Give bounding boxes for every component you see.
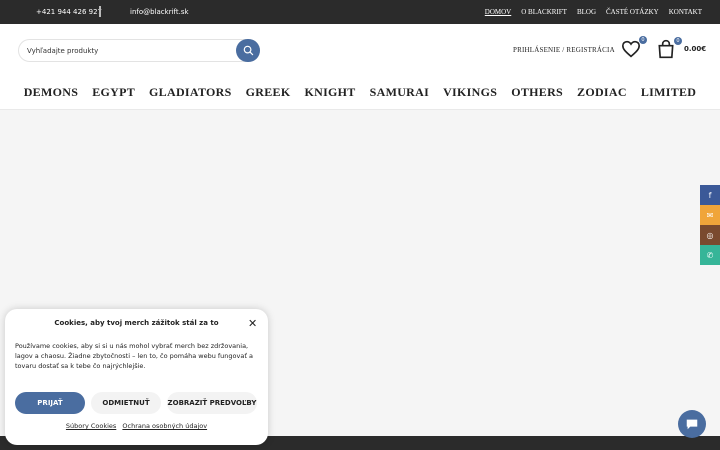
nav-faq[interactable]: ČASTÉ OTÁZKY xyxy=(606,8,659,16)
nav-home[interactable]: DOMOV xyxy=(485,8,511,16)
category-nav: DEMONS EGYPT GLADIATORS GREEK KNIGHT SAM… xyxy=(0,85,720,100)
search-icon xyxy=(243,45,253,56)
cookie-text: Používame cookies, aby si si u nás mohol… xyxy=(15,342,253,370)
cookie-consent-panel: Cookies, aby tvoj merch zážitok stál za … xyxy=(5,309,268,445)
login-register-link[interactable]: PRIHLÁSENIE / REGISTRÁCIA xyxy=(513,46,615,54)
cart-button[interactable]: 0 xyxy=(656,37,682,63)
divider xyxy=(99,6,101,17)
privacy-policy-link[interactable]: Ochrana osobných údajov xyxy=(122,422,207,430)
category-demons[interactable]: DEMONS xyxy=(24,85,78,100)
category-limited[interactable]: LIMITED xyxy=(641,85,696,100)
cookies-policy-link[interactable]: Súbory Cookies xyxy=(66,422,116,430)
category-egypt[interactable]: EGYPT xyxy=(92,85,135,100)
preferences-button[interactable]: ZOBRAZIŤ PREDVOĽBY xyxy=(167,392,257,414)
category-knight[interactable]: KNIGHT xyxy=(304,85,355,100)
wishlist-count-badge: 0 xyxy=(639,36,647,44)
instagram-icon[interactable]: ◎ xyxy=(700,225,720,245)
chat-button[interactable] xyxy=(678,410,706,438)
search-button[interactable] xyxy=(236,39,260,62)
category-gladiators[interactable]: GLADIATORS xyxy=(149,85,232,100)
cookie-links: Súbory Cookies Ochrana osobných údajov xyxy=(5,422,268,430)
nav-blog[interactable]: BLOG xyxy=(577,8,596,16)
cart-total[interactable]: 0.00€ xyxy=(684,45,706,53)
shopping-bag-icon xyxy=(658,39,674,59)
category-samurai[interactable]: SAMURAI xyxy=(370,85,429,100)
category-vikings[interactable]: VIKINGS xyxy=(443,85,497,100)
wishlist-button[interactable]: 0 xyxy=(621,36,647,62)
heart-icon xyxy=(621,40,641,58)
close-icon[interactable]: ✕ xyxy=(248,318,257,329)
top-nav: DOMOV O BLACKRIFT BLOG ČASTÉ OTÁZKY KONT… xyxy=(485,8,702,16)
top-bar: +421 944 426 927 info@blackrift.sk DOMOV… xyxy=(0,0,720,24)
category-greek[interactable]: GREEK xyxy=(246,85,291,100)
chat-icon xyxy=(686,419,698,430)
cart-count-badge: 0 xyxy=(674,37,682,45)
search-bar xyxy=(18,39,260,62)
category-others[interactable]: OTHERS xyxy=(511,85,563,100)
accept-button[interactable]: PRIJAŤ xyxy=(15,392,85,414)
site-header: PRIHLÁSENIE / REGISTRÁCIA 0 0 0.00€ DEMO… xyxy=(0,24,720,110)
cookie-title: Cookies, aby tvoj merch zážitok stál za … xyxy=(54,319,219,327)
search-input[interactable] xyxy=(27,44,232,58)
mail-icon[interactable]: ✉ xyxy=(700,205,720,225)
whatsapp-icon[interactable]: ✆ xyxy=(700,245,720,265)
nav-about[interactable]: O BLACKRIFT xyxy=(521,8,567,16)
email-link[interactable]: info@blackrift.sk xyxy=(130,8,189,16)
category-zodiac[interactable]: ZODIAC xyxy=(577,85,627,100)
nav-contact[interactable]: KONTAKT xyxy=(669,8,702,16)
deny-button[interactable]: ODMIETNUŤ xyxy=(91,392,161,414)
phone-number[interactable]: +421 944 426 927 xyxy=(36,8,102,16)
facebook-icon[interactable]: f xyxy=(700,185,720,205)
social-sidebar: f ✉ ◎ ✆ xyxy=(700,185,720,265)
